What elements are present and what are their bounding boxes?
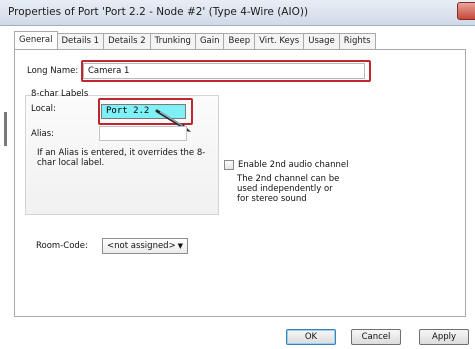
alias-field[interactable] bbox=[99, 126, 187, 141]
tab-strip: General Details 1 Details 2 Trunking Gai… bbox=[14, 31, 376, 49]
tab-rights[interactable]: Rights bbox=[338, 33, 376, 49]
room-code-value: <not assigned> bbox=[107, 241, 176, 251]
long-name-highlight bbox=[81, 60, 371, 82]
window-edge-grip bbox=[4, 112, 7, 146]
window-title: Properties of Port 'Port 2.2 - Node #2' … bbox=[8, 6, 309, 18]
title-bar: Properties of Port 'Port 2.2 - Node #2' … bbox=[0, 0, 475, 26]
tab-details-1[interactable]: Details 1 bbox=[56, 33, 105, 49]
room-code-label: Room-Code: bbox=[36, 241, 88, 251]
long-name-label: Long Name: bbox=[27, 66, 79, 76]
ok-button[interactable]: OK bbox=[286, 329, 336, 345]
tab-general[interactable]: General bbox=[14, 31, 58, 49]
tab-virt-keys[interactable]: Virt. Keys bbox=[254, 33, 305, 49]
close-button[interactable] bbox=[457, 2, 475, 20]
general-panel: Long Name: Camera 1 8-char Labels Local:… bbox=[14, 49, 466, 317]
dropdown-arrow-icon: ▼ bbox=[177, 242, 183, 250]
local-label: Local: bbox=[31, 104, 56, 114]
alias-label: Alias: bbox=[31, 129, 55, 139]
audio-channel-label[interactable]: Enable 2nd audio channel bbox=[238, 160, 348, 170]
audio-channel-checkbox[interactable] bbox=[224, 160, 234, 170]
tab-beep[interactable]: Beep bbox=[223, 33, 256, 49]
room-code-select[interactable]: <not assigned> ▼ bbox=[102, 238, 188, 254]
labels-group-title: 8-char Labels bbox=[31, 89, 89, 99]
cancel-button[interactable]: Cancel bbox=[351, 329, 401, 345]
alias-help-text: If an Alias is entered, it overrides the… bbox=[37, 148, 206, 168]
tab-usage[interactable]: Usage bbox=[303, 33, 340, 49]
tab-details-2[interactable]: Details 2 bbox=[103, 33, 151, 49]
apply-button[interactable]: Apply bbox=[419, 329, 469, 345]
audio-channel-note: The 2nd channel can be used independentl… bbox=[237, 174, 340, 204]
tab-gain[interactable]: Gain bbox=[194, 33, 225, 49]
tab-trunking[interactable]: Trunking bbox=[149, 33, 196, 49]
